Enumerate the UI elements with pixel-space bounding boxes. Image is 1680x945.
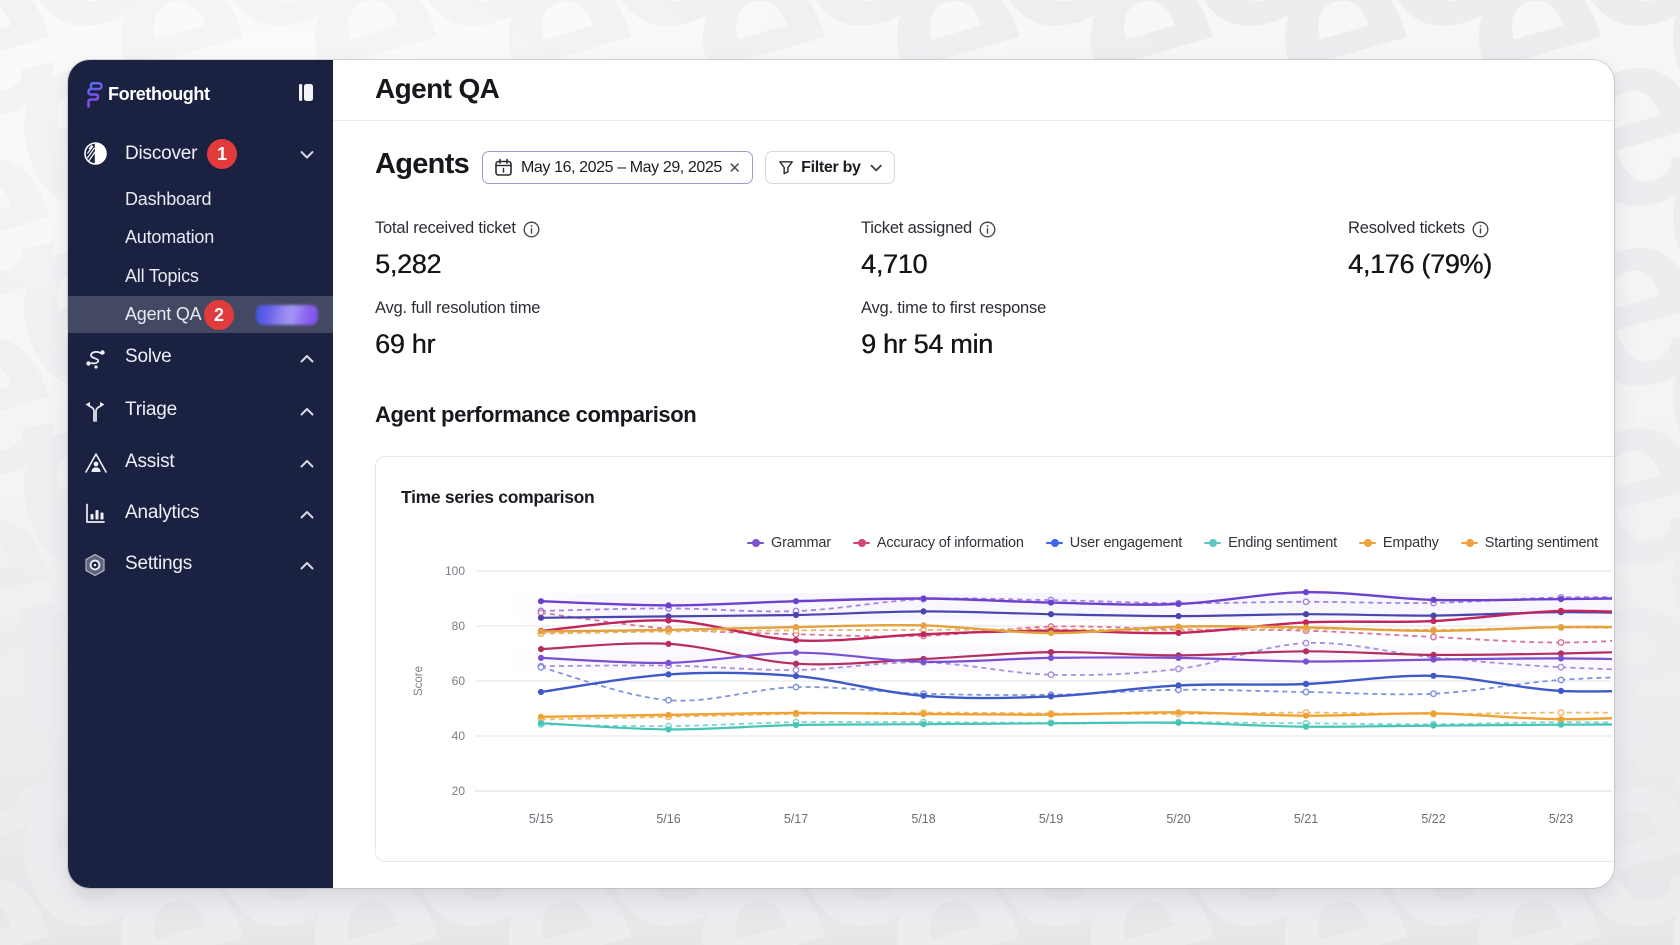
svg-text:5/18: 5/18 <box>911 812 935 826</box>
svg-text:5/20: 5/20 <box>1166 812 1190 826</box>
svg-text:5/17: 5/17 <box>784 812 808 826</box>
svg-text:5/15: 5/15 <box>529 812 553 826</box>
svg-text:5/19: 5/19 <box>1039 812 1063 826</box>
svg-text:40: 40 <box>452 729 466 743</box>
svg-text:100: 100 <box>445 564 465 578</box>
svg-text:60: 60 <box>452 674 466 688</box>
svg-text:5/21: 5/21 <box>1294 812 1318 826</box>
svg-text:5/16: 5/16 <box>656 812 680 826</box>
svg-text:5/22: 5/22 <box>1421 812 1445 826</box>
svg-text:5/23: 5/23 <box>1549 812 1573 826</box>
svg-text:20: 20 <box>452 784 466 798</box>
svg-text:Score: Score <box>413 666 425 696</box>
svg-text:80: 80 <box>452 619 466 633</box>
